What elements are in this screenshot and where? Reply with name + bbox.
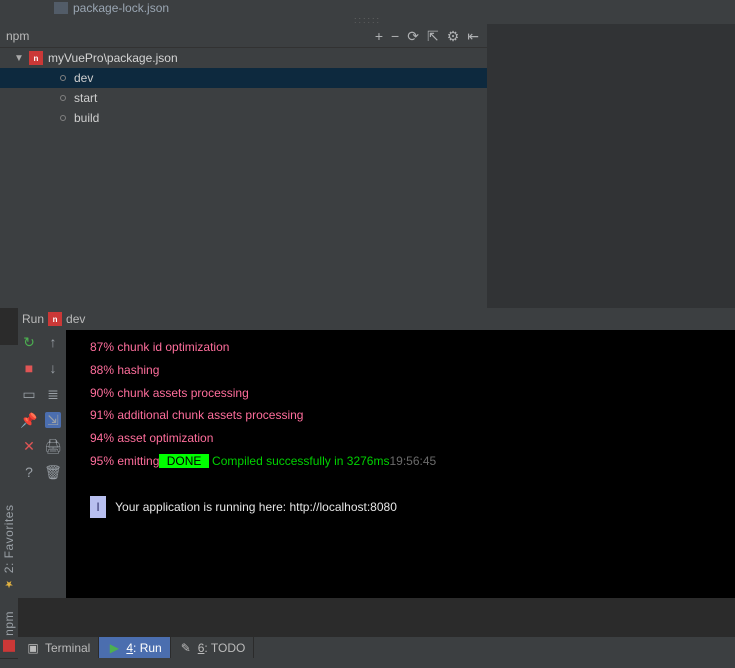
up-icon[interactable]: ↑ (45, 334, 61, 350)
tab-todo[interactable]: ✎ 6: TODO (171, 637, 255, 658)
help-icon[interactable]: ? (21, 464, 37, 480)
npm-tool-button[interactable]: npm (2, 611, 16, 652)
npm-script-dev[interactable]: dev (0, 68, 487, 88)
npm-script-label: build (74, 111, 99, 125)
npm-package-label: myVuePro\package.json (48, 51, 178, 65)
npm-icon: n (48, 312, 62, 326)
scroll-to-end-icon[interactable]: ⇲ (45, 412, 61, 428)
stop-icon[interactable]: ■ (21, 360, 37, 376)
editor-empty-area (487, 24, 735, 308)
rerun-icon[interactable]: ↻ (21, 334, 37, 350)
move-icon[interactable]: ⇤ (467, 29, 479, 43)
console-blank-line (90, 473, 727, 496)
dump-threads-icon[interactable]: ▭ (21, 386, 37, 402)
console-text: 95% emitting (90, 454, 159, 468)
console-line: 95% emitting DONE Compiled successfully … (90, 450, 727, 473)
run-panel-body: ↻ ■ ▭ 📌 ✕ ? ↑ ↓ ≣ ⇲ 🖨 🗑 87% chunk id opt… (18, 330, 735, 598)
favorites-tool-button[interactable]: ★ 2: Favorites (2, 505, 16, 589)
run-gutter-left: ↻ ■ ▭ 📌 ✕ ? (18, 330, 40, 598)
npm-label: npm (2, 611, 16, 636)
project-tree-item-label: package-lock.json (73, 1, 169, 15)
panel-splitter[interactable]: :::::: (0, 16, 735, 24)
bullet-icon (60, 95, 66, 101)
soft-wrap-icon[interactable]: ≣ (45, 386, 61, 402)
refresh-icon[interactable]: ⟳ (407, 29, 419, 43)
star-icon: ★ (4, 578, 15, 590)
favorites-label: 2: Favorites (2, 505, 16, 574)
print-icon[interactable]: 🖨 (45, 438, 61, 454)
console-text: Compiled successfully in 3276ms (209, 454, 390, 468)
npm-tool-window: npm + − ⟳ ⇱ ⚙ ⇤ ▼ n myVuePro\package.jso… (0, 24, 487, 308)
console-text: Your application is running here: http:/… (112, 500, 397, 514)
console-line: 87% chunk id optimization (90, 336, 727, 359)
left-tool-stripe: ★ 2: Favorites npm (0, 345, 18, 658)
console-output[interactable]: 87% chunk id optimization 88% hashing 90… (66, 330, 735, 598)
remove-icon[interactable]: − (391, 29, 399, 43)
npm-script-build[interactable]: build (0, 108, 487, 128)
play-icon: ▶ (107, 641, 121, 655)
console-line: 90% chunk assets processing (90, 382, 727, 405)
console-line: 91% additional chunk assets processing (90, 404, 727, 427)
run-gutter-right: ↑ ↓ ≣ ⇲ 🖨 🗑 (40, 330, 66, 598)
run-panel-title: Run (22, 312, 44, 326)
tab-label: Terminal (45, 641, 90, 655)
npm-icon (3, 640, 15, 652)
npm-script-start[interactable]: start (0, 88, 487, 108)
terminal-icon: ▣ (26, 641, 40, 655)
run-script-icon[interactable]: ⇱ (427, 29, 439, 43)
bullet-icon (60, 115, 66, 121)
tab-run[interactable]: ▶ 4: Run (99, 637, 170, 658)
run-panel-header: Run n dev (18, 308, 735, 330)
pin-icon[interactable]: 📌 (21, 412, 37, 428)
tab-number: 6: TODO (198, 641, 246, 655)
status-bar (18, 658, 735, 668)
console-line: I Your application is running here: http… (90, 496, 727, 519)
tab-terminal[interactable]: ▣ Terminal (18, 637, 99, 658)
npm-script-label: start (74, 91, 97, 105)
npm-header: npm + − ⟳ ⇱ ⚙ ⇤ (0, 24, 487, 48)
file-icon (54, 2, 68, 14)
bottom-corner-icon[interactable] (0, 658, 18, 668)
run-config-name: dev (66, 312, 85, 326)
tab-number: 4: Run (126, 641, 161, 655)
npm-package-root[interactable]: ▼ n myVuePro\package.json (0, 48, 487, 68)
npm-icon: n (29, 51, 43, 65)
console-line: 88% hashing (90, 359, 727, 382)
console-timestamp: 19:56:45 (389, 454, 436, 468)
npm-script-label: dev (74, 71, 93, 85)
down-icon[interactable]: ↓ (45, 360, 61, 376)
info-badge-icon: I (90, 496, 106, 519)
npm-title: npm (0, 29, 375, 43)
bottom-tool-tabs: ▣ Terminal ▶ 4: Run ✎ 6: TODO (18, 636, 735, 658)
npm-scripts-tree: ▼ n myVuePro\package.json dev start buil… (0, 48, 487, 308)
done-badge: DONE (159, 454, 208, 468)
project-tree-item[interactable]: package-lock.json (0, 0, 735, 16)
add-icon[interactable]: + (375, 29, 383, 43)
npm-toolbar: + − ⟳ ⇱ ⚙ ⇤ (375, 29, 487, 43)
close-icon[interactable]: ✕ (21, 438, 37, 454)
bullet-icon (60, 75, 66, 81)
todo-icon: ✎ (179, 641, 193, 655)
console-line: 94% asset optimization (90, 427, 727, 450)
settings-icon[interactable]: ⚙ (447, 29, 460, 43)
clear-icon[interactable]: 🗑 (45, 464, 61, 480)
chevron-down-icon[interactable]: ▼ (14, 53, 24, 64)
